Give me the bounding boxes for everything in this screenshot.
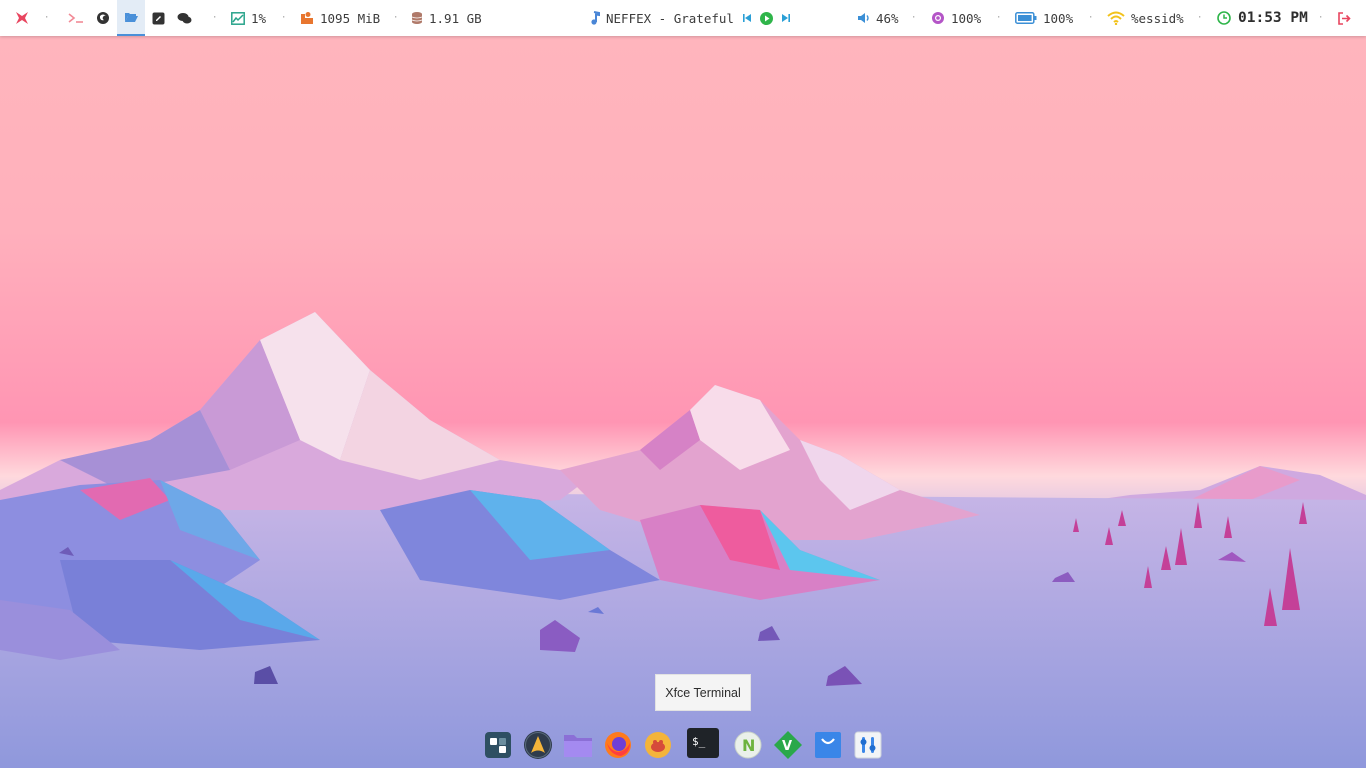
terminal-icon: $_ <box>687 728 719 758</box>
logout-button[interactable] <box>1337 0 1352 36</box>
vim-glyph: V <box>782 739 792 754</box>
previous-icon[interactable] <box>742 13 752 23</box>
dock-item-file-manager[interactable] <box>563 729 593 761</box>
brightness-value: 100% <box>951 10 982 26</box>
disk-widget[interactable]: 1.91 GB <box>411 0 482 36</box>
volume-widget[interactable]: 46% <box>857 0 899 36</box>
dock-item-workspaces[interactable] <box>483 729 513 761</box>
logout-icon <box>1338 11 1351 25</box>
chat-icon <box>177 12 191 23</box>
workspace-editor[interactable] <box>144 0 172 36</box>
cpu-value: 1% <box>251 10 267 26</box>
separator: · <box>996 13 1002 23</box>
brightness-widget[interactable]: 100% <box>931 0 981 36</box>
dock-item-vim[interactable]: V <box>773 729 803 761</box>
separator: · <box>281 13 287 23</box>
speaker-icon <box>858 13 869 23</box>
dock-item-app[interactable] <box>643 729 673 761</box>
dock-item-firefox[interactable] <box>603 729 633 761</box>
brightness-icon <box>932 12 944 24</box>
folder-open-icon <box>124 13 138 22</box>
separator: · <box>1318 13 1324 23</box>
wifi-essid: %essid% <box>1131 10 1184 26</box>
dock-item-terminal[interactable]: $_ <box>686 727 720 759</box>
separator: · <box>212 13 218 23</box>
desktop-wallpaper <box>0 312 1366 768</box>
wifi-widget[interactable]: %essid% <box>1107 0 1184 36</box>
browser-icon <box>97 12 109 24</box>
dock-item-arch[interactable] <box>523 729 553 761</box>
top-panel: · · 1% · 1095 MiB · 1.91 GB NEFFEX - Gra… <box>0 0 1366 36</box>
workspace-files[interactable] <box>117 0 145 36</box>
cpu-chart-icon <box>231 11 245 25</box>
workspace-browser[interactable] <box>89 0 117 36</box>
battery-value: 100% <box>1043 10 1074 26</box>
separator: · <box>44 13 50 23</box>
next-icon[interactable] <box>781 13 791 23</box>
disk-icon <box>411 12 423 24</box>
node-icon: N <box>734 731 762 759</box>
node-glyph: N <box>742 736 755 755</box>
disk-value: 1.91 GB <box>429 10 482 26</box>
battery-icon <box>1015 12 1037 24</box>
wifi-icon <box>1107 11 1125 25</box>
clock-time: 01:53 PM <box>1238 10 1308 26</box>
cpu-widget[interactable]: 1% <box>231 0 266 36</box>
app-icon <box>645 732 671 758</box>
settings-icon <box>854 731 882 759</box>
dock-item-store[interactable] <box>813 729 843 761</box>
terminal-icon <box>68 13 83 23</box>
separator: · <box>1088 13 1094 23</box>
dock-item-nodejs[interactable]: N <box>733 729 763 761</box>
vim-icon: V <box>774 731 802 759</box>
dock-item-settings[interactable] <box>853 729 883 761</box>
edit-icon <box>152 12 164 24</box>
memory-icon <box>301 12 313 24</box>
battery-widget[interactable]: 100% <box>1015 0 1073 36</box>
separator: · <box>911 13 917 23</box>
separator: · <box>393 13 399 23</box>
workspace-terminal[interactable] <box>62 0 90 36</box>
memory-widget[interactable]: 1095 MiB <box>300 0 380 36</box>
workspaces-icon <box>485 732 511 758</box>
volume-value: 46% <box>876 10 899 26</box>
arch-icon <box>524 731 552 759</box>
workspace-chat[interactable] <box>170 0 198 36</box>
track-title: NEFFEX - Grateful <box>606 10 734 26</box>
media-widget: NEFFEX - Grateful <box>590 0 791 36</box>
xfce-logo-icon[interactable] <box>8 0 36 36</box>
separator: · <box>1197 13 1203 23</box>
bag-icon <box>815 732 841 758</box>
memory-value: 1095 MiB <box>320 10 381 26</box>
firefox-icon <box>605 732 631 758</box>
clock-icon <box>1217 11 1231 25</box>
folder-icon <box>564 735 592 757</box>
play-icon[interactable] <box>759 11 773 25</box>
music-note-icon <box>591 11 600 25</box>
dock-tooltip: Xfce Terminal <box>655 674 751 711</box>
clock-widget[interactable]: 01:53 PM <box>1217 0 1308 36</box>
terminal-glyph: $_ <box>692 735 706 748</box>
